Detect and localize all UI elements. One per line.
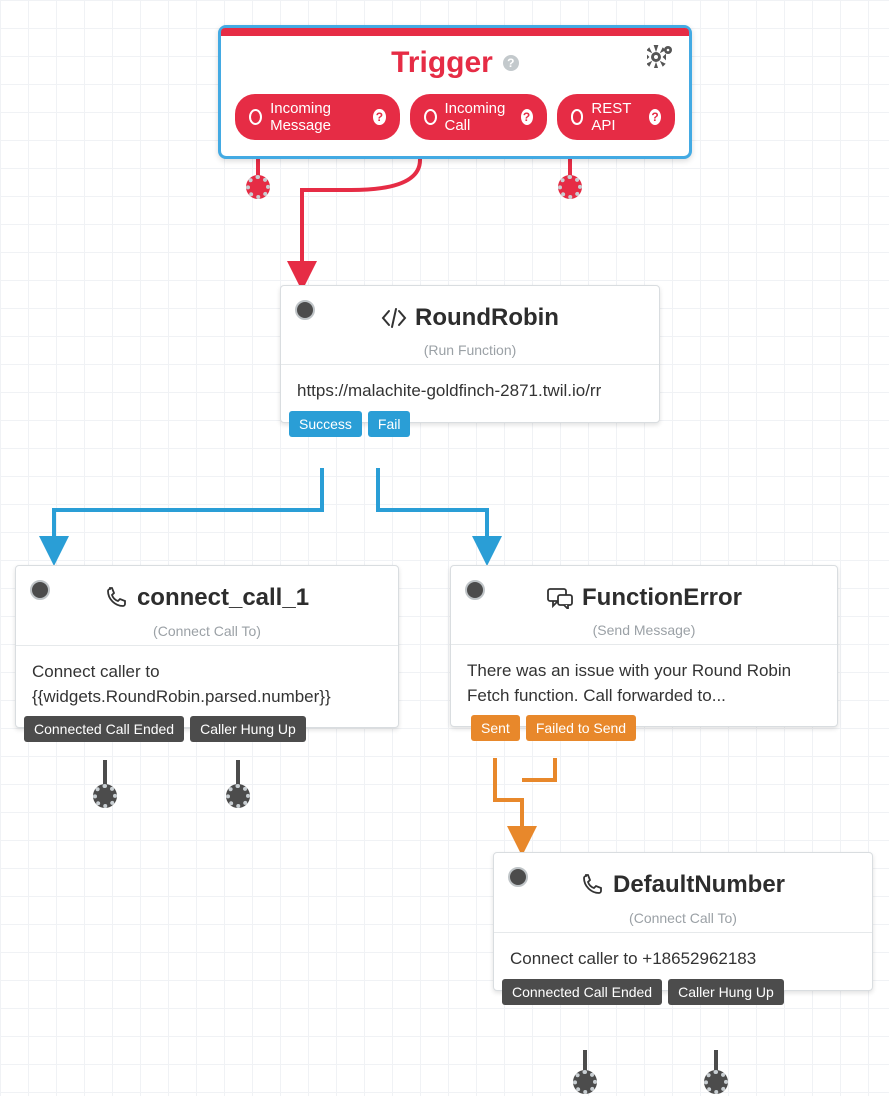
trigger-accent-bar <box>221 28 689 36</box>
port-icon <box>424 109 437 125</box>
default-number-widget[interactable]: DefaultNumber (Connect Call To) Connect … <box>493 852 873 991</box>
trigger-title-text: Trigger <box>391 46 493 80</box>
output-port[interactable] <box>246 175 270 199</box>
help-icon[interactable]: ? <box>503 55 519 71</box>
phone-icon <box>581 873 605 897</box>
port-icon <box>249 109 262 125</box>
pill-label: Incoming Message <box>270 100 365 134</box>
help-icon[interactable]: ? <box>649 109 661 125</box>
output-fail[interactable]: Fail <box>368 411 411 437</box>
output-ended[interactable]: Connected Call Ended <box>502 979 662 1005</box>
output-hungup[interactable]: Caller Hung Up <box>190 716 306 742</box>
code-icon <box>381 307 407 329</box>
widget-body: Connect caller to {{widgets.RoundRobin.p… <box>16 645 398 727</box>
trigger-incoming-call[interactable]: Incoming Call ? <box>410 94 547 140</box>
input-port[interactable] <box>508 867 528 887</box>
trigger-rest-api[interactable]: REST API ? <box>557 94 675 140</box>
widget-body: There was an issue with your Round Robin… <box>451 644 837 726</box>
widget-title-text: DefaultNumber <box>613 871 785 899</box>
widget-title: FunctionError <box>546 584 742 612</box>
widget-subtitle: (Run Function) <box>297 342 643 358</box>
trigger-incoming-message[interactable]: Incoming Message ? <box>235 94 400 140</box>
pill-label: REST API <box>591 100 641 134</box>
function-error-widget[interactable]: FunctionError (Send Message) There was a… <box>450 565 838 727</box>
widget-title-text: connect_call_1 <box>137 584 309 612</box>
output-ended[interactable]: Connected Call Ended <box>24 716 184 742</box>
output-hungup[interactable]: Caller Hung Up <box>668 979 784 1005</box>
output-success[interactable]: Success <box>289 411 362 437</box>
message-icon <box>546 587 574 609</box>
output-port[interactable] <box>558 175 582 199</box>
trigger-widget[interactable]: Trigger ? Incoming Message ? <box>218 25 692 159</box>
settings-icon[interactable] <box>647 44 675 73</box>
widget-title-text: FunctionError <box>582 584 742 612</box>
output-failed[interactable]: Failed to Send <box>526 715 636 741</box>
widget-title: RoundRobin <box>381 304 559 332</box>
input-port[interactable] <box>295 300 315 320</box>
roundrobin-widget[interactable]: RoundRobin (Run Function) https://malach… <box>280 285 660 423</box>
pill-label: Incoming Call <box>445 100 513 134</box>
output-port[interactable] <box>226 784 250 808</box>
connect-call-widget[interactable]: connect_call_1 (Connect Call To) Connect… <box>15 565 399 728</box>
output-sent[interactable]: Sent <box>471 715 520 741</box>
output-port[interactable] <box>704 1070 728 1094</box>
input-port[interactable] <box>30 580 50 600</box>
widget-subtitle: (Send Message) <box>467 622 821 638</box>
flow-canvas[interactable]: Trigger ? Incoming Message ? <box>0 0 889 1096</box>
widget-title-text: RoundRobin <box>415 304 559 332</box>
help-icon[interactable]: ? <box>373 109 385 125</box>
port-icon <box>571 109 584 125</box>
widget-subtitle: (Connect Call To) <box>32 623 382 639</box>
phone-icon <box>105 586 129 610</box>
trigger-title: Trigger ? <box>391 46 519 80</box>
widget-title: DefaultNumber <box>581 871 785 899</box>
output-port[interactable] <box>93 784 117 808</box>
widget-title: connect_call_1 <box>105 584 309 612</box>
output-port[interactable] <box>573 1070 597 1094</box>
input-port[interactable] <box>465 580 485 600</box>
widget-subtitle: (Connect Call To) <box>510 910 856 926</box>
help-icon[interactable]: ? <box>521 109 533 125</box>
